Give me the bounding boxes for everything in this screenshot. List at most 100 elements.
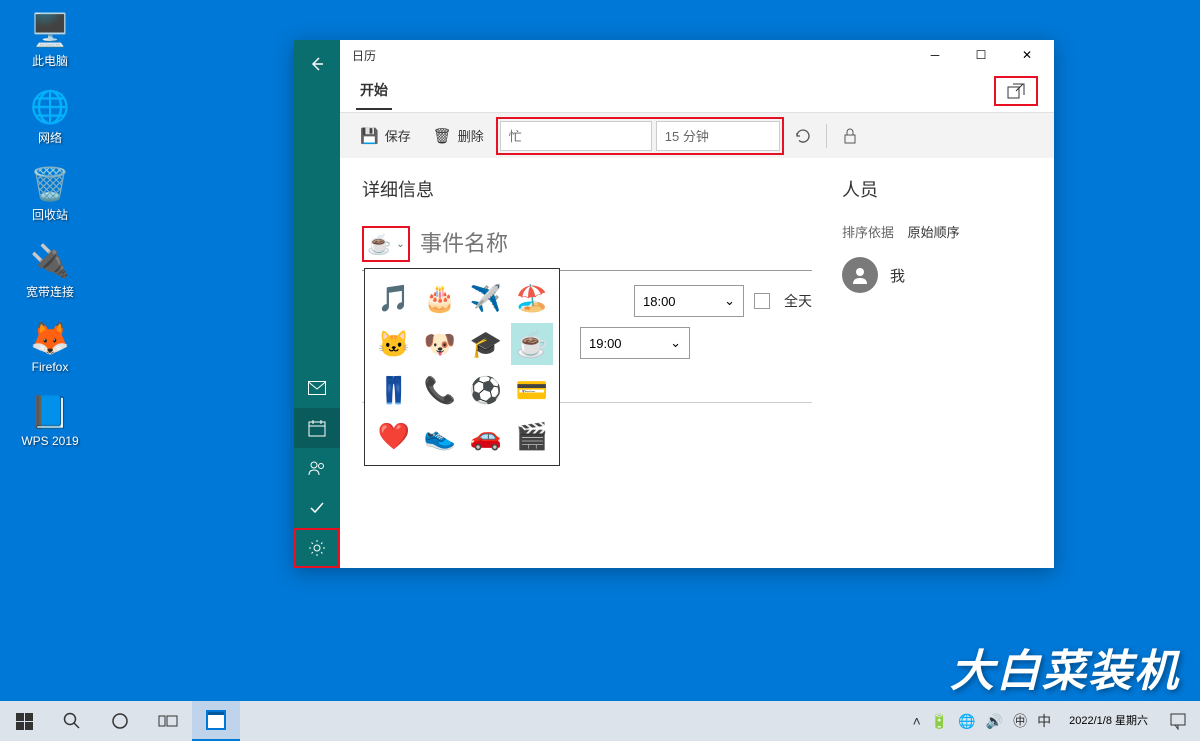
task-view-button[interactable] xyxy=(144,701,192,741)
icon-card[interactable]: 💳 xyxy=(511,369,553,411)
person-me[interactable]: 我 xyxy=(842,257,1032,293)
save-button[interactable]: 💾 保存 xyxy=(350,120,421,151)
start-time-select[interactable]: 18:00 ⌄ xyxy=(634,285,744,317)
icon-pants[interactable]: 👖 xyxy=(373,369,415,411)
tray-chevron-icon[interactable]: ˄ xyxy=(913,713,921,729)
app-sidebar xyxy=(294,40,340,568)
person-icon xyxy=(850,265,870,285)
icon-shoe[interactable]: 👟 xyxy=(419,415,461,457)
save-label: 保存 xyxy=(385,126,411,145)
coffee-icon: ☕ xyxy=(367,232,392,257)
tray-lang-icon[interactable]: 中 xyxy=(1037,711,1051,731)
tray-network-icon[interactable]: 🌐 xyxy=(958,713,975,730)
search-icon xyxy=(63,712,81,730)
status-dropdown[interactable]: 忙 xyxy=(500,121,652,151)
delete-label: 删除 xyxy=(458,126,484,145)
network-icon: 🌐 xyxy=(30,87,70,127)
sidebar-mail[interactable] xyxy=(294,368,340,408)
tab-start[interactable]: 开始 xyxy=(356,72,392,110)
open-in-new-window-button[interactable] xyxy=(994,76,1038,106)
desktop-icons: 🖥️ 此电脑 🌐 网络 🗑️ 回收站 🔌 宽带连接 🦊 Firefox 📘 WP… xyxy=(10,10,90,466)
sidebar-settings[interactable] xyxy=(294,528,340,568)
people-pane: 人员 排序依据 原始顺序 我 xyxy=(842,176,1032,550)
desktop-icon-broadband[interactable]: 🔌 宽带连接 xyxy=(10,241,90,300)
search-button[interactable] xyxy=(48,701,96,741)
icon-label: WPS 2019 xyxy=(21,434,78,448)
details-title: 详细信息 xyxy=(362,176,812,202)
recurrence-button[interactable] xyxy=(786,121,820,151)
icon-phone[interactable]: 📞 xyxy=(419,369,461,411)
icon-graduation[interactable]: 🎓 xyxy=(465,323,507,365)
icon-label: 网络 xyxy=(38,129,62,146)
lock-icon xyxy=(843,128,857,144)
content-area: 详细信息 ☕ ⌄ 🎵 🎂 ✈️ 🏖️ 🐱 🐶 xyxy=(340,158,1054,568)
chevron-down-icon: ⌄ xyxy=(724,293,735,309)
private-button[interactable] xyxy=(833,121,867,151)
refresh-icon xyxy=(794,127,812,145)
desktop-icon-this-pc[interactable]: 🖥️ 此电脑 xyxy=(10,10,90,69)
window-title: 日历 xyxy=(352,47,912,64)
start-button[interactable] xyxy=(0,701,48,741)
arrow-left-icon xyxy=(309,56,325,72)
calendar-window: 日历 ─ ☐ ✕ 开始 💾 保存 🗑 删除 忙 xyxy=(294,40,1054,568)
person-name: 我 xyxy=(890,265,905,286)
icon-dog[interactable]: 🐶 xyxy=(419,323,461,365)
titlebar: 日历 ─ ☐ ✕ xyxy=(340,40,1054,70)
details-pane: 详细信息 ☕ ⌄ 🎵 🎂 ✈️ 🏖️ 🐱 🐶 xyxy=(362,176,812,550)
system-tray: ˄ 🔋 🌐 🔊 ㊥ 中 xyxy=(903,711,1062,731)
desktop-icon-firefox[interactable]: 🦊 Firefox xyxy=(10,318,90,374)
close-button[interactable]: ✕ xyxy=(1004,40,1050,70)
icon-car[interactable]: 🚗 xyxy=(465,415,507,457)
sidebar-people[interactable] xyxy=(294,448,340,488)
circle-icon xyxy=(111,712,129,730)
watermark-text: 大白菜装机 xyxy=(950,635,1180,699)
windows-icon xyxy=(16,713,33,730)
icon-cake[interactable]: 🎂 xyxy=(419,277,461,319)
tray-volume-icon[interactable]: 🔊 xyxy=(986,713,1003,730)
desktop-icon-network[interactable]: 🌐 网络 xyxy=(10,87,90,146)
people-icon xyxy=(308,460,326,476)
back-button[interactable] xyxy=(294,40,340,88)
cortana-button[interactable] xyxy=(96,701,144,741)
event-name-input[interactable] xyxy=(420,231,812,257)
sort-value[interactable]: 原始顺序 xyxy=(908,225,960,240)
icon-coffee[interactable]: ☕ xyxy=(511,323,553,365)
recycle-icon: 🗑️ xyxy=(30,164,70,204)
maximize-button[interactable]: ☐ xyxy=(958,40,1004,70)
icon-label: 宽带连接 xyxy=(26,283,74,300)
reminder-dropdown[interactable]: 15 分钟 xyxy=(656,121,780,151)
icon-cat[interactable]: 🐱 xyxy=(373,323,415,365)
avatar xyxy=(842,257,878,293)
end-time-select[interactable]: 19:00 ⌄ xyxy=(580,327,690,359)
icon-picker-button[interactable]: ☕ ⌄ xyxy=(362,226,410,262)
mail-icon xyxy=(308,381,326,395)
divider xyxy=(826,124,827,148)
icon-label: 回收站 xyxy=(32,206,68,223)
calendar-app-icon xyxy=(205,709,227,731)
icon-heart[interactable]: ❤️ xyxy=(373,415,415,457)
allday-label: 全天 xyxy=(784,291,812,311)
desktop-icon-wps[interactable]: 📘 WPS 2019 xyxy=(10,392,90,448)
delete-button[interactable]: 🗑 删除 xyxy=(423,120,494,151)
sort-label: 排序依据 xyxy=(842,225,894,240)
icon-soccer[interactable]: ⚽ xyxy=(465,369,507,411)
icon-picker-popup: 🎵 🎂 ✈️ 🏖️ 🐱 🐶 🎓 ☕ 👖 📞 ⚽ 💳 ❤️ 👟 xyxy=(364,268,560,466)
desktop-icon-recycle-bin[interactable]: 🗑️ 回收站 xyxy=(10,164,90,223)
icon-music[interactable]: 🎵 xyxy=(373,277,415,319)
tray-ime-icon[interactable]: ㊥ xyxy=(1013,711,1027,731)
sidebar-todo[interactable] xyxy=(294,488,340,528)
taskbar-calendar-app[interactable] xyxy=(192,701,240,741)
icon-beach[interactable]: 🏖️ xyxy=(511,277,553,319)
icon-plane[interactable]: ✈️ xyxy=(465,277,507,319)
notifications-button[interactable] xyxy=(1156,701,1200,741)
status-reminder-highlight: 忙 15 分钟 xyxy=(496,117,784,155)
notification-icon xyxy=(1169,712,1187,730)
tray-battery-icon[interactable]: 🔋 xyxy=(931,713,948,730)
allday-checkbox[interactable] xyxy=(754,293,770,309)
taskbar-datetime[interactable]: 2022/1/8 星期六 xyxy=(1061,714,1156,728)
minimize-button[interactable]: ─ xyxy=(912,40,958,70)
sidebar-calendar[interactable] xyxy=(294,408,340,448)
start-time-value: 18:00 xyxy=(643,294,676,309)
icon-movie[interactable]: 🎬 xyxy=(511,415,553,457)
sort-row: 排序依据 原始顺序 xyxy=(842,222,1032,241)
